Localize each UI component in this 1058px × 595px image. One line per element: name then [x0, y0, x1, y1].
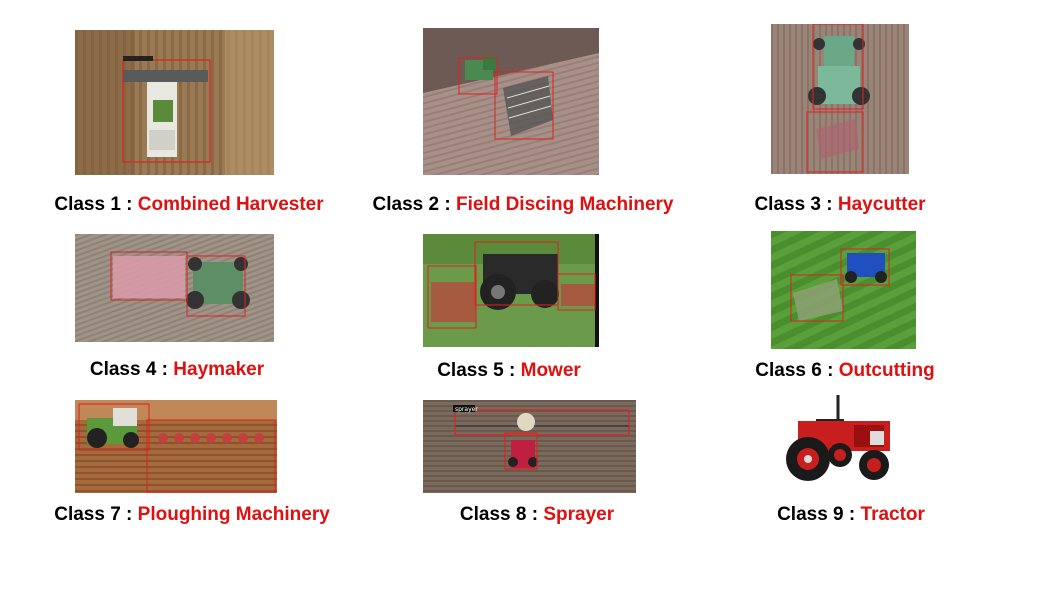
class-5-name: Mower: [520, 360, 581, 381]
caption-class-7: Class 7 : Ploughing Machinery: [54, 504, 330, 526]
outcutting-image: [771, 231, 916, 349]
class-9-name: Tractor: [860, 504, 925, 525]
class-1-name: Combined Harvester: [137, 194, 324, 215]
caption-class-9: Class 9 : Tractor: [777, 504, 925, 526]
class-6-name: Outcutting: [838, 360, 935, 381]
sprayer-box-label: sprayer: [455, 406, 478, 413]
class-3-prefix: Class 3 :: [754, 194, 833, 215]
class-4-prefix: Class 4 :: [89, 359, 169, 380]
class-7-prefix: Class 7 :: [54, 504, 133, 525]
class-8-name: Sprayer: [543, 504, 615, 525]
caption-class-1: Class 1 : Combined Harvester: [54, 194, 323, 216]
class-2-prefix: Class 2 :: [372, 194, 451, 215]
haymaker-image: [75, 234, 274, 342]
class-1-prefix: Class 1 :: [54, 194, 133, 215]
caption-class-6: Class 6 : Outcutting: [755, 360, 934, 382]
caption-class-2: Class 2 : Field Discing Machinery: [373, 194, 674, 216]
combined-harvester-image: [75, 30, 274, 175]
class-8-prefix: Class 8 :: [459, 504, 539, 525]
caption-class-5: Class 5 : Mower: [437, 360, 581, 382]
caption-class-8: Class 8 : Sprayer: [460, 504, 614, 526]
class-4-name: Haymaker: [173, 359, 265, 380]
caption-class-3: Class 3 : Haycutter: [754, 194, 925, 216]
sprayer-image: sprayer: [423, 400, 636, 493]
class-5-prefix: Class 5 :: [437, 360, 516, 381]
caption-class-4: Class 4 : Haymaker: [90, 359, 264, 381]
class-9-prefix: Class 9 :: [777, 504, 856, 525]
class-3-name: Haycutter: [837, 194, 926, 215]
class-7-name: Ploughing Machinery: [137, 504, 330, 525]
tractor-image: [778, 393, 903, 488]
haycutter-image: [771, 24, 909, 174]
class-2-name: Field Discing Machinery: [455, 194, 674, 215]
field-discing-image: [423, 28, 599, 175]
class-6-prefix: Class 6 :: [755, 360, 834, 381]
mower-image: [423, 234, 599, 347]
ploughing-image: [75, 400, 277, 493]
